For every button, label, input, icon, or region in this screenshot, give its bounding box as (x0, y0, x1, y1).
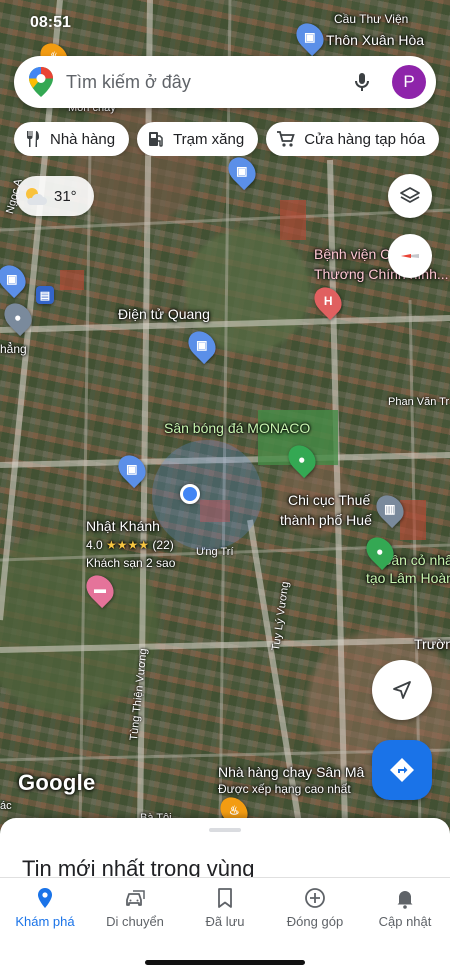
weather-badge[interactable]: 31° (16, 176, 94, 216)
partly-cloudy-icon (26, 188, 47, 205)
explore-pin-icon (38, 888, 52, 908)
map-label-nhat-khanh[interactable]: Nhật Khánh (86, 518, 160, 534)
fork-knife-icon (27, 131, 39, 147)
gas-pump-icon (149, 132, 163, 147)
map-label-san-bong[interactable]: Sân bóng đá MONACO (164, 420, 310, 436)
sheet-drag-handle[interactable] (209, 828, 241, 832)
map-label-chi-cuc-thue-sub[interactable]: thành phố Huế (280, 512, 372, 528)
chip-grocery-label: Cửa hàng tạp hóa (304, 130, 426, 148)
map-label-chi-cuc-thue[interactable]: Chi cục Thuế (288, 492, 370, 508)
maps-pin-logo-icon (29, 67, 53, 97)
map-label-truong[interactable]: Trườn (414, 636, 450, 652)
google-logo: Google (18, 770, 96, 795)
category-chips: Nhà hàng Trạm xăng Cửa hàng tạp hóa (14, 122, 450, 156)
plus-circle-icon (305, 888, 325, 908)
road-label-ac: ác (0, 800, 12, 812)
map-label-nha-hang-chay[interactable]: Nhà hàng chay Sân Mâ (218, 764, 364, 780)
map-label-nha-hang-chay-sub: Được xếp hạng cao nhất (218, 782, 351, 796)
map-label-dien-tu-quang[interactable]: Điện tử Quang (118, 306, 210, 322)
bus-stop-marker[interactable]: ▤ (36, 286, 54, 304)
car-icon (126, 890, 145, 906)
shopping-bag-icon: ▣ (196, 338, 208, 352)
chip-restaurants[interactable]: Nhà hàng (14, 122, 130, 156)
chip-gas-stations[interactable]: Trạm xăng (137, 122, 259, 156)
nhat-khanh-reviews: (22) (152, 538, 174, 552)
map-label-san-co-sub[interactable]: tạo Lâm Hoàn (366, 570, 450, 586)
weather-temperature: 31° (54, 187, 77, 205)
layers-button[interactable] (388, 174, 432, 218)
location-accuracy-halo (152, 440, 262, 550)
account-avatar[interactable]: P (392, 65, 426, 99)
bell-icon (397, 891, 413, 909)
shopping-bag-icon: ▣ (236, 164, 248, 178)
compass-button[interactable] (388, 234, 432, 278)
nav-tab-contribute[interactable]: Đóng góp (270, 886, 360, 942)
my-location-dot (180, 484, 200, 504)
rating-stars: ★★★★ (106, 538, 150, 552)
nav-tab-saved-label: Đã lưu (205, 914, 245, 929)
status-time: 08:51 (30, 14, 71, 31)
nav-tab-updates[interactable]: Cập nhật (360, 886, 450, 942)
map-label-benh-vien-sub[interactable]: Thương Chính hình... (314, 266, 449, 282)
microphone-icon[interactable] (350, 70, 374, 94)
location-icon: ● (14, 310, 22, 324)
my-location-button[interactable] (372, 660, 432, 720)
chip-restaurants-label: Nhà hàng (50, 130, 116, 148)
status-bar: 08:51 (0, 0, 450, 46)
nav-tab-contribute-label: Đóng góp (286, 914, 344, 929)
search-input[interactable]: Tìm kiếm ở đây (66, 72, 350, 93)
government-icon: ▥ (384, 502, 396, 516)
chip-gas-stations-label: Trạm xăng (173, 130, 245, 148)
home-indicator[interactable] (145, 960, 305, 965)
nav-tab-explore[interactable]: Khám phá (0, 886, 90, 942)
road-label-phan-van-tr: Phan Văn Tr (388, 396, 450, 408)
hospital-icon: H (323, 294, 333, 309)
nhat-khanh-rating: 4.0 ★★★★ (22) (86, 538, 174, 552)
park-icon: ● (376, 544, 384, 558)
map-label-benh-vien[interactable]: Bệnh viện C (314, 246, 390, 262)
nav-tab-explore-label: Khám phá (15, 914, 75, 929)
shopping-bag-icon: ▣ (6, 272, 18, 286)
directions-button[interactable] (372, 740, 432, 800)
bookmark-icon (218, 888, 232, 908)
nav-tab-updates-label: Cập nhật (378, 914, 432, 929)
search-bar[interactable]: Tìm kiếm ở đây P (14, 56, 436, 108)
layers-icon (400, 187, 420, 203)
nav-tab-commute-label: Di chuyển (106, 914, 164, 929)
fork-knife-icon: ♨ (228, 804, 240, 819)
cart-icon (277, 131, 295, 147)
bottom-navigation: Khám phá Di chuyển Đã lưu Đóng góp Cập n… (0, 877, 450, 974)
nav-tab-commute[interactable]: Di chuyển (90, 886, 180, 942)
map-label-nhat-khanh-type: Khách sạn 2 sao (86, 556, 176, 570)
shopping-bag-icon: ▣ (126, 462, 138, 476)
directions-icon (390, 758, 414, 782)
navigation-arrow-icon (393, 681, 411, 699)
map-label-hang: hẳng (0, 342, 27, 356)
bus-icon: ▤ (39, 289, 51, 302)
nav-tab-saved[interactable]: Đã lưu (180, 886, 270, 942)
bed-icon: ▬ (94, 582, 106, 596)
nhat-khanh-rating-value: 4.0 (86, 538, 103, 552)
chip-grocery[interactable]: Cửa hàng tạp hóa (266, 122, 440, 156)
compass-icon (401, 254, 419, 258)
park-icon: ● (298, 452, 306, 466)
